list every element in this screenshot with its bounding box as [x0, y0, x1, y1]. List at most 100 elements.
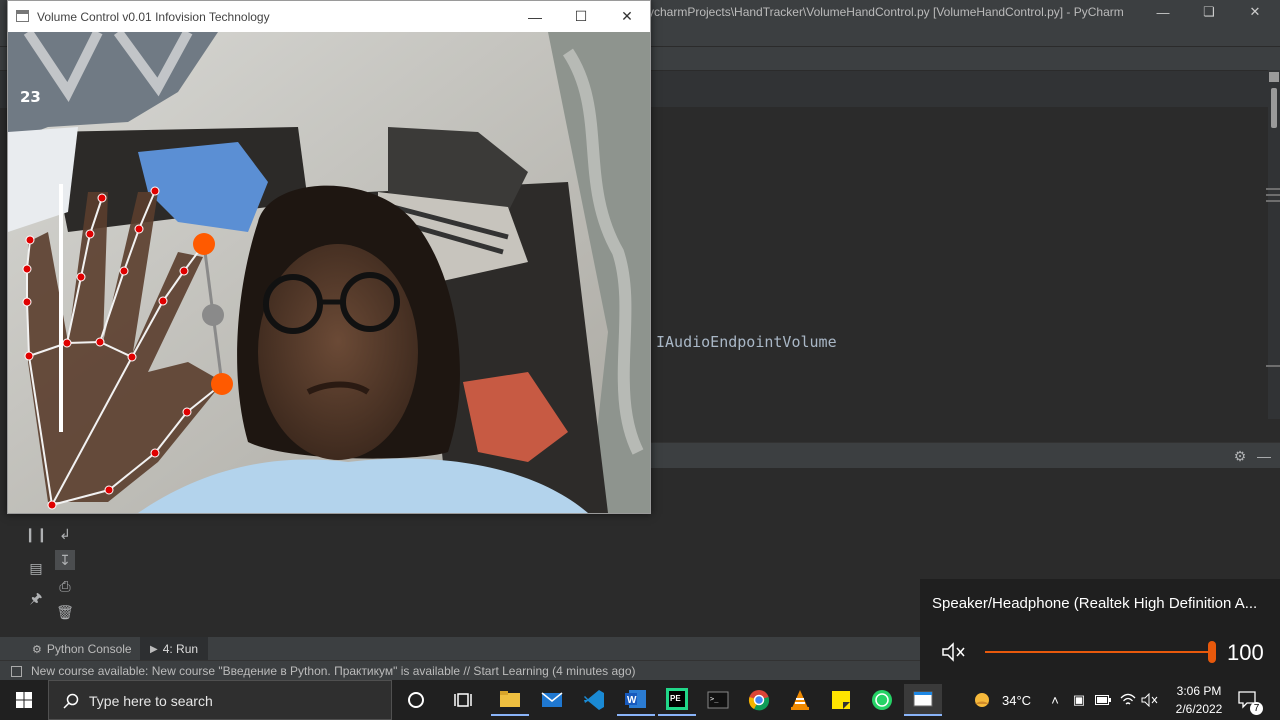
window-app-icon [16, 10, 29, 22]
tab-run[interactable]: ▶ 4: Run [140, 637, 209, 661]
code-editor[interactable] [648, 107, 1268, 419]
tab-python-console[interactable]: ⚙ Python Console [32, 642, 132, 656]
cv-titlebar[interactable]: Volume Control v0.01 Infovision Technolo… [8, 1, 650, 32]
pycharm-edu-icon[interactable]: PE [658, 684, 696, 716]
tab-label: 4: Run [162, 642, 199, 656]
hand-landmark [97, 193, 107, 203]
cv-window[interactable]: Volume Control v0.01 Infovision Technolo… [7, 0, 651, 514]
windows-icon [16, 692, 32, 708]
hide-panel-icon[interactable]: — [1254, 446, 1274, 466]
task-view-icon[interactable] [444, 684, 482, 716]
hand-connection [51, 489, 110, 506]
terminal-icon[interactable]: >_ [699, 684, 737, 716]
taskbar: Type here to search W PE >_ 34°C ˄ ▣ 3:0… [0, 680, 1280, 720]
hand-connection [131, 300, 164, 358]
volume-slider-thumb[interactable] [1208, 641, 1216, 663]
inspection-indicator[interactable] [1269, 72, 1279, 82]
hand-landmark [24, 351, 34, 361]
status-toggle-icon[interactable] [11, 666, 22, 677]
run-icon: ▶ [150, 643, 158, 655]
volume-flyout: Speaker/Headphone (Realtek High Definiti… [920, 579, 1280, 680]
hand-landmark [150, 448, 160, 458]
gutter-mark [1266, 200, 1280, 202]
search-placeholder: Type here to search [89, 693, 213, 709]
vlc-icon[interactable] [781, 684, 819, 716]
volume-value: 100 [1227, 640, 1264, 665]
gear-icon[interactable]: ⚙ [1230, 446, 1250, 466]
pause-icon[interactable]: ❙❙ [24, 524, 47, 544]
clock-time[interactable]: 3:06 PM [1173, 684, 1225, 698]
vscode-icon[interactable] [575, 684, 613, 716]
fingertip-marker [211, 373, 233, 395]
scrollbar-thumb[interactable] [1271, 88, 1277, 128]
run-panel-header: ⚙ — [648, 442, 1280, 469]
cv-window-title: Volume Control v0.01 Infovision Technolo… [37, 10, 270, 24]
gutter-mark [1266, 188, 1280, 190]
hand-connection [154, 411, 188, 454]
hand-landmark [134, 224, 144, 234]
wifi-icon[interactable] [1118, 690, 1138, 710]
python-console-icon: ⚙ [32, 643, 42, 656]
meet-now-icon[interactable]: ▣ [1069, 690, 1089, 710]
hand-landmark [119, 266, 129, 276]
word-icon[interactable]: W [617, 684, 655, 716]
layout-icon[interactable]: ▤ [26, 558, 46, 578]
status-message[interactable]: New course available: New course "Введен… [31, 664, 636, 678]
search-box[interactable]: Type here to search [48, 680, 392, 720]
hand-connection [162, 270, 185, 302]
cortana-icon[interactable] [397, 684, 435, 716]
cv-maximize-button[interactable]: ☐ [558, 1, 604, 32]
cv-close-button[interactable]: ✕ [604, 1, 650, 32]
soft-wrap-icon[interactable]: ↲ [55, 524, 75, 544]
speaker-muted-icon[interactable] [940, 641, 966, 663]
notification-badge: 7 [1250, 702, 1263, 715]
file-explorer-icon[interactable] [491, 684, 529, 716]
hand-landmark [76, 272, 86, 282]
volume-level-bar [59, 184, 63, 432]
print-icon[interactable]: ⎙ [55, 576, 75, 596]
restore-button[interactable]: ❏ [1186, 0, 1232, 24]
hand-landmark [47, 500, 57, 510]
hand-landmark [22, 264, 32, 274]
minimize-button[interactable]: — [1140, 0, 1186, 24]
hand-connection [108, 452, 156, 491]
start-button[interactable] [0, 680, 48, 720]
weather-icon[interactable] [972, 690, 992, 710]
hand-connection [66, 341, 101, 344]
sticky-notes-icon[interactable] [822, 684, 860, 716]
scroll-to-end-icon[interactable]: ↧ [55, 550, 75, 570]
hand-landmark [95, 337, 105, 347]
fingertip-marker [193, 233, 215, 255]
chevron-up-icon[interactable]: ˄ [1045, 690, 1065, 710]
hand-landmark [85, 229, 95, 239]
run-toolbar: ❙❙ ↲ ▤ ↧ ⎙ 🖈 🗑 [24, 510, 80, 636]
battery-icon[interactable] [1093, 690, 1113, 710]
hand-connection [26, 301, 30, 357]
trash-icon[interactable]: 🗑 [55, 602, 75, 622]
hand-connection [138, 190, 156, 230]
hand-connection [123, 228, 140, 272]
chrome-icon[interactable] [740, 684, 778, 716]
opencv-window-icon[interactable] [904, 684, 942, 716]
hand-connection [80, 233, 91, 278]
volume-slider-track[interactable] [985, 651, 1213, 653]
hand-landmark [127, 352, 137, 362]
svg-text:>_: >_ [710, 695, 719, 703]
audio-device-name[interactable]: Speaker/Headphone (Realtek High Definiti… [932, 595, 1272, 612]
weather-temp[interactable]: 34°C [1002, 693, 1031, 708]
hand-connection [89, 197, 103, 235]
volume-muted-tray-icon[interactable] [1140, 690, 1160, 710]
hand-landmark [179, 266, 189, 276]
hand-landmark [150, 186, 160, 196]
cv-minimize-button[interactable]: — [512, 1, 558, 32]
gutter-mark [1266, 194, 1280, 196]
fps-counter: 23 [20, 88, 41, 106]
mail-icon[interactable] [533, 684, 571, 716]
hand-landmark [104, 485, 114, 495]
pin-icon[interactable]: 🖈 [26, 590, 46, 610]
clock-date[interactable]: 2/6/2022 [1170, 702, 1228, 716]
close-button[interactable]: ✕ [1232, 0, 1278, 24]
search-icon [63, 693, 79, 709]
whatsapp-icon[interactable] [863, 684, 901, 716]
gutter-mark [1266, 365, 1280, 367]
